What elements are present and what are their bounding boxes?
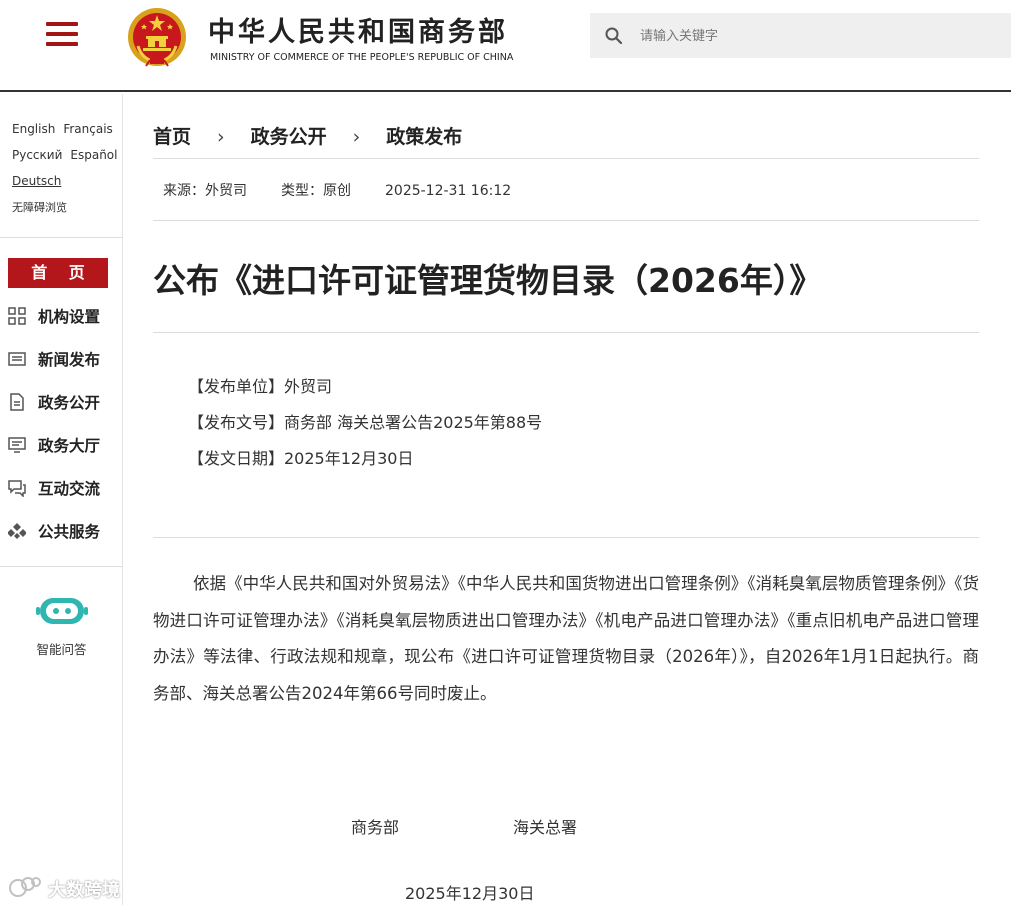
meta-type: 类型：原创 — [281, 183, 351, 199]
breadcrumb: 首页 › 政务公开 › 政策发布 — [153, 122, 462, 149]
sign-date: 2025年12月30日 — [405, 884, 535, 903]
watermark-logo-icon — [9, 877, 41, 897]
grid-icon — [8, 307, 26, 325]
chevron-right-icon: › — [217, 126, 225, 148]
menu-icon[interactable] — [46, 22, 78, 48]
search-input[interactable] — [638, 21, 998, 51]
signatory-mofcom: 商务部 — [351, 818, 400, 837]
article-body: 依据《中华人民共和国对外贸易法》《中华人民共和国货物进出口管理条例》《消耗臭氧层… — [153, 574, 979, 703]
divider — [153, 220, 979, 221]
accessibility-link[interactable]: 无障碍浏览 — [12, 201, 67, 214]
sidebar-item-news[interactable]: 新闻发布 — [8, 346, 118, 372]
language-switcher: English Français Русский Español Deutsch 无… — [12, 116, 118, 221]
chat-icon — [8, 480, 26, 497]
search-icon[interactable] — [604, 26, 624, 46]
meta-datetime: 2025-12-31 16:12 — [385, 183, 512, 199]
sidebar-home-button[interactable]: 首 页 — [8, 258, 108, 288]
document-icon — [10, 393, 24, 411]
meta-source: 来源：外贸司 — [163, 183, 247, 199]
info-issue-date: 【发文日期】2025年12月30日 — [188, 449, 414, 468]
site-header: 中华人民共和国商务部 MINISTRY OF COMMERCE OF THE P… — [0, 0, 1011, 92]
lang-english-link[interactable]: English — [12, 122, 55, 136]
breadcrumb-home[interactable]: 首页 — [153, 126, 191, 148]
divider — [153, 332, 979, 333]
site-title: 中华人民共和国商务部 — [208, 17, 508, 48]
article-title: 公布《进口许可证管理货物目录（2026年）》 — [153, 261, 823, 300]
hall-icon — [8, 437, 26, 453]
signatory-customs: 海关总署 — [513, 818, 578, 837]
sidebar-item-label: 政务大厅 — [38, 437, 101, 455]
service-icon — [8, 523, 26, 539]
watermark: 大数跨境 — [8, 872, 138, 902]
lang-russian-link[interactable]: Русский — [12, 148, 62, 162]
divider — [153, 537, 979, 538]
sidebar-divider — [0, 566, 122, 567]
robot-icon[interactable] — [36, 594, 88, 628]
site-subtitle: MINISTRY OF COMMERCE OF THE PEOPLE'S REP… — [210, 52, 514, 63]
sidebar-item-label: 机构设置 — [38, 308, 101, 326]
assistant-label[interactable]: 智能问答 — [0, 639, 123, 658]
info-issuer: 【发布单位】外贸司 — [188, 377, 333, 396]
main-content: 首页 › 政务公开 › 政策发布 来源：外贸司 类型：原创 2025-12-31 16:12… — [153, 94, 979, 905]
national-emblem-icon — [128, 8, 186, 67]
sidebar-item-label: 新闻发布 — [38, 351, 101, 369]
lang-spanish-link[interactable]: Español — [70, 148, 117, 162]
sidebar-divider — [0, 237, 122, 238]
watermark-text: 大数跨境 — [48, 880, 120, 901]
divider — [153, 158, 979, 159]
sidebar-item-interaction[interactable]: 互动交流 — [8, 475, 118, 501]
sidebar: English Français Русский Español Deutsch 无… — [0, 94, 123, 905]
sidebar-item-public-service[interactable]: 公共服务 — [8, 518, 118, 544]
article-meta: 来源：外贸司 类型：原创 2025-12-31 16:12 — [163, 180, 545, 200]
breadcrumb-policy[interactable]: 政策发布 — [386, 126, 462, 148]
document-info: 【发布单位】外贸司 【发布文号】商务部 海关总署公告2025年第88号 【发文日… — [188, 369, 542, 477]
lang-german-link[interactable]: Deutsch — [12, 174, 61, 188]
sidebar-item-label: 互动交流 — [38, 480, 101, 498]
sidebar-item-label: 公共服务 — [38, 523, 101, 541]
sidebar-item-organization[interactable]: 机构设置 — [8, 303, 118, 329]
search-bar — [590, 13, 1011, 58]
chevron-right-icon: › — [352, 126, 361, 148]
sidebar-item-gov-affairs[interactable]: 政务公开 — [8, 389, 118, 415]
sidebar-item-service-hall[interactable]: 政务大厅 — [8, 432, 118, 458]
info-doc-number: 【发布文号】商务部 海关总署公告2025年第88号 — [188, 413, 543, 432]
sidebar-item-label: 政务公开 — [38, 394, 101, 412]
lang-french-link[interactable]: Français — [63, 122, 112, 136]
newspaper-icon — [8, 352, 26, 366]
breadcrumb-gov-affairs[interactable]: 政务公开 — [251, 126, 327, 148]
